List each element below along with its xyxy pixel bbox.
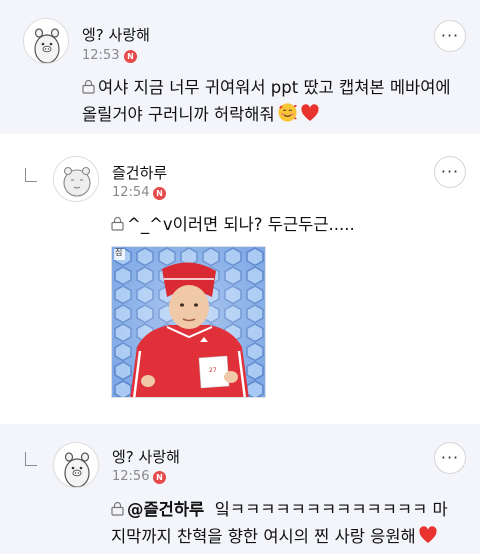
comment-nickname[interactable]: 엥? 사랑해	[82, 24, 150, 45]
lock-icon	[111, 216, 124, 231]
more-options-icon: ···	[440, 448, 460, 467]
avatar[interactable]	[53, 442, 99, 488]
svg-text:27: 27	[209, 367, 217, 374]
comment-text-line: ^_^v이러면 되나? 두근두근.....	[127, 215, 355, 234]
comment-time: 12:54	[112, 185, 150, 200]
lock-icon	[82, 79, 95, 94]
mention-link[interactable]: @즐건하루	[127, 500, 204, 519]
comment-nickname[interactable]: 즐건하루	[112, 162, 167, 183]
comment-nickname[interactable]: 엥? 사랑해	[112, 446, 180, 467]
comment-text: 여샤 지금 너무 귀여워서 ppt 땄고 캡쳐본 메바여에 올릴거야 구러니까 …	[82, 74, 472, 128]
more-options-icon: ···	[440, 162, 460, 181]
comment-text-line-1: 여샤 지금 너무 귀여워서 ppt 땄고 캡쳐본 메바여에	[98, 78, 451, 97]
comment-3: 엥? 사랑해 12:56 N ··· @즐건하루 잌ㅋㅋㅋㅋㅋㅋㅋㅋㅋㅋㅋㅋㅋ …	[0, 424, 480, 554]
avatar[interactable]	[23, 18, 69, 64]
photo-corner-label: 집	[115, 248, 123, 257]
comment-text-line-2: 지막까지 찬혁을 향한 여시의 찐 사랑 응원해	[111, 527, 416, 546]
more-options-button[interactable]: ···	[434, 442, 466, 474]
avatar[interactable]	[53, 156, 99, 202]
comment-text-line-2: 올릴거야 구러니까 허락해줘	[82, 105, 275, 124]
photo-image: 27	[112, 247, 265, 397]
more-options-icon: ···	[440, 26, 460, 45]
red-heart-emoji	[301, 104, 319, 121]
attached-photo[interactable]: 27 집	[111, 246, 266, 398]
red-heart-emoji	[419, 526, 437, 543]
comment-text-line-1: 잌ㅋㅋㅋㅋㅋㅋㅋㅋㅋㅋㅋㅋㅋ 마	[214, 500, 448, 519]
new-badge: N	[124, 50, 137, 63]
more-options-button[interactable]: ···	[434, 20, 466, 52]
default-avatar-icon	[54, 157, 98, 201]
pig-avatar-icon	[24, 19, 68, 63]
more-options-button[interactable]: ···	[434, 156, 466, 188]
smiling-face-with-hearts-emoji	[278, 103, 297, 122]
pig-avatar-icon	[54, 443, 98, 487]
comment-time: 12:53	[82, 48, 120, 63]
comment-text: @즐건하루 잌ㅋㅋㅋㅋㅋㅋㅋㅋㅋㅋㅋㅋㅋ 마 지막까지 찬혁을 향한 여시의 찐…	[111, 496, 471, 550]
new-badge: N	[153, 471, 166, 484]
comment-time: 12:56	[112, 469, 150, 484]
lock-icon	[111, 501, 124, 516]
new-badge: N	[153, 187, 166, 200]
reply-arrow-icon	[25, 452, 37, 466]
comment-1: 엥? 사랑해 12:53 N ··· 여샤 지금 너무 귀여워서 ppt 땄고 …	[0, 0, 480, 134]
comment-text: ^_^v이러면 되나? 두근두근.....	[111, 211, 461, 238]
reply-arrow-icon	[25, 168, 37, 182]
